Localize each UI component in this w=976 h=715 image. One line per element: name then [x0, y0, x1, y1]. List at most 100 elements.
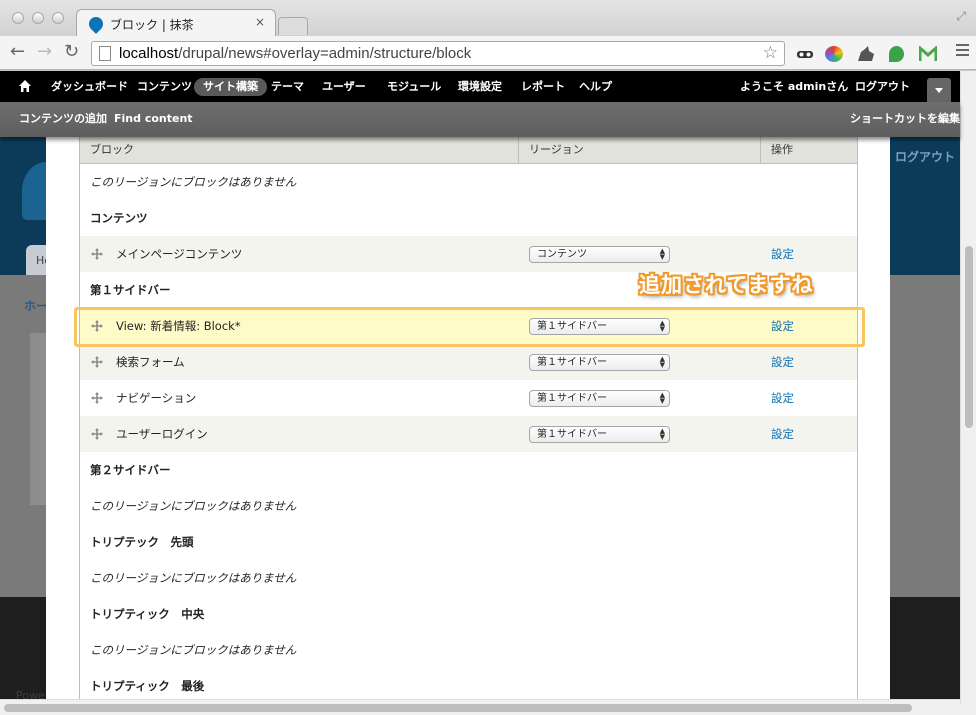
tab-close-icon[interactable]: × [255, 15, 265, 29]
scrollbar-corner [960, 705, 976, 715]
evernote-extension-icon[interactable] [889, 46, 904, 62]
configure-link[interactable]: 設定 [771, 344, 794, 380]
drag-handle-icon[interactable] [91, 248, 103, 260]
select-arrows-icon: ▲ ▼ [659, 355, 665, 369]
table-row: メインページコンテンツ コンテンツ ▲ ▼ 設定 [80, 236, 857, 272]
toolbar-item-people[interactable]: ユーザー [322, 71, 366, 102]
region-select-value: 第１サイドバー [537, 429, 607, 440]
toolbar-item-modules[interactable]: モジュール [387, 71, 441, 102]
rhino-extension-icon[interactable] [857, 46, 875, 62]
select-arrows-icon: ▲ ▼ [659, 427, 665, 441]
minimize-window-button[interactable] [32, 12, 44, 24]
reload-icon[interactable]: ↻ [64, 42, 79, 62]
toolbar-item-structure[interactable]: サイト構築 [194, 78, 267, 96]
region-title: 第２サイドバー [90, 463, 171, 477]
logout-link[interactable]: ログアウト [855, 71, 910, 102]
highlight-box [74, 307, 865, 347]
table-header: ブロック リージョン 操作 [80, 137, 857, 164]
vertical-scrollbar[interactable] [960, 71, 976, 705]
browser-menu-icon[interactable] [956, 44, 969, 59]
empty-region-message: このリージョンにブロックはありません [90, 571, 297, 585]
empty-region-row: このリージョンにブロックはありません [80, 560, 857, 596]
address-bar[interactable]: localhost/drupal/news#overlay=admin/stru… [91, 41, 785, 66]
drupal-favicon-icon [86, 14, 106, 34]
forward-icon[interactable]: → [37, 42, 52, 62]
empty-region-message: このリージョンにブロックはありません [90, 499, 297, 513]
toolbar-item-help[interactable]: ヘルプ [579, 71, 612, 102]
region-select[interactable]: 第１サイドバー ▲ ▼ [529, 426, 670, 443]
block-name: ナビゲーション [116, 391, 197, 405]
new-tab-button[interactable] [278, 17, 308, 35]
bookmark-star-icon[interactable]: ☆ [763, 43, 778, 63]
horizontal-scroll-thumb[interactable] [4, 704, 912, 712]
column-header-operations: 操作 [760, 137, 793, 164]
select-arrows-icon: ▲ ▼ [659, 391, 665, 405]
empty-region-message: このリージョンにブロックはありません [90, 643, 297, 657]
configure-link[interactable]: 設定 [771, 236, 794, 272]
empty-region-row: このリージョンにブロックはありません [80, 632, 857, 668]
horizontal-scrollbar[interactable] [0, 699, 960, 715]
region-select[interactable]: 第１サイドバー ▲ ▼ [529, 390, 670, 407]
gmail-extension-icon[interactable] [918, 44, 938, 62]
block-name: メインページコンテンツ [116, 247, 243, 261]
empty-region-row: このリージョンにブロックはありません [80, 164, 857, 200]
browser-tab-active[interactable]: ブロック | 抹茶 × [76, 9, 276, 37]
zoom-window-button[interactable] [52, 12, 64, 24]
region-heading-row: 第２サイドバー [80, 452, 857, 488]
region-heading-row: トリプティック 中央 [80, 596, 857, 632]
mask-extension-icon[interactable] [796, 46, 814, 62]
welcome-text: ようこそ adminさん [740, 80, 849, 93]
region-title: トリプテック 先頭 [90, 535, 194, 549]
site-breadcrumb: ホー [24, 299, 49, 313]
toolbar-item-configuration[interactable]: 環境設定 [458, 71, 502, 102]
shortcut-bar: コンテンツの追加 Find content ショートカットを編集 [0, 102, 960, 137]
shortcut-find-content[interactable]: Find content [114, 102, 193, 136]
table-row: ユーザーログイン 第１サイドバー ▲ ▼ 設定 [80, 416, 857, 452]
fullscreen-icon[interactable]: ⤢ [956, 9, 966, 24]
column-header-region: リージョン [518, 137, 584, 164]
page-icon [99, 46, 111, 61]
back-icon[interactable]: ← [10, 42, 25, 62]
drag-handle-icon[interactable] [91, 356, 103, 368]
empty-region-row: このリージョンにブロックはありません [80, 488, 857, 524]
column-header-block: ブロック [90, 143, 134, 156]
annotation-callout: 追加されてますね [639, 273, 814, 297]
configure-link[interactable]: 設定 [771, 380, 794, 416]
configure-link[interactable]: 設定 [771, 416, 794, 452]
region-select-value: コンテンツ [537, 249, 587, 260]
region-select-value: 第１サイドバー [537, 393, 607, 404]
close-window-button[interactable] [12, 12, 24, 24]
region-title: 第１サイドバー [90, 283, 171, 297]
vertical-scroll-thumb[interactable] [965, 246, 973, 428]
browser-tab-bar: ブロック | 抹茶 × ⤢ [0, 0, 976, 37]
toolbar-item-content[interactable]: コンテンツ [137, 71, 192, 102]
shortcut-toggle-button[interactable] [927, 78, 951, 102]
region-select[interactable]: 第１サイドバー ▲ ▼ [529, 354, 670, 371]
browser-toolbar: ← → ↻ localhost/drupal/news#overlay=admi… [0, 36, 976, 70]
empty-region-message: このリージョンにブロックはありません [90, 175, 297, 189]
shortcut-add-content[interactable]: コンテンツの追加 [19, 102, 107, 136]
table-row: ナビゲーション 第１サイドバー ▲ ▼ 設定 [80, 380, 857, 416]
toolbar-item-appearance[interactable]: テーマ [271, 71, 304, 102]
site-logout-link: ログアウト [895, 150, 956, 164]
admin-overlay: ブロック リージョン 操作 このリージョンにブロックはありません コンテンツ メイン… [46, 137, 890, 715]
block-name: ユーザーログイン [116, 427, 208, 441]
block-name: 検索フォーム [116, 355, 185, 369]
region-heading-row: コンテンツ [80, 200, 857, 236]
drupal-admin-toolbar: ダッシュボード コンテンツ サイト構築 テーマ ユーザー モジュール 環境設定 レポート ヘルプ… [0, 71, 960, 102]
table-row: 検索フォーム 第１サイドバー ▲ ▼ 設定 [80, 344, 857, 380]
home-icon[interactable] [18, 79, 32, 93]
drag-handle-icon[interactable] [91, 392, 103, 404]
url-text[interactable]: localhost/drupal/news#overlay=admin/stru… [119, 45, 471, 62]
toolbar-item-reports[interactable]: レポート [521, 71, 565, 102]
region-heading-row: トリプテック 先頭 [80, 524, 857, 560]
edit-shortcuts-link[interactable]: ショートカットを編集 [850, 102, 960, 136]
drag-handle-icon[interactable] [91, 428, 103, 440]
region-select-value: 第１サイドバー [537, 357, 607, 368]
colorwheel-extension-icon[interactable] [825, 46, 843, 62]
region-title: トリプティック 中央 [90, 607, 205, 621]
toolbar-item-dashboard[interactable]: ダッシュボード [51, 71, 128, 102]
block-table: ブロック リージョン 操作 このリージョンにブロックはありません コンテンツ メイン… [79, 137, 858, 715]
select-arrows-icon: ▲ ▼ [659, 247, 665, 261]
region-select[interactable]: コンテンツ ▲ ▼ [529, 246, 670, 263]
